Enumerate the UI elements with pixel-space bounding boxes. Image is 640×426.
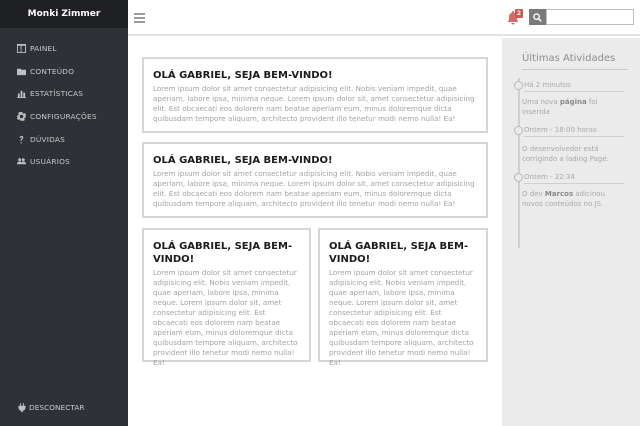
timeline-line: [518, 78, 520, 248]
activity-text: Uma nova página foi inserida: [522, 97, 622, 117]
card-title: OLÁ GABRIEL, SEJA BEM-VINDO!: [153, 70, 333, 81]
plug-icon: [18, 403, 26, 412]
activity-entry-divider: [524, 91, 624, 92]
search-icon: [533, 12, 542, 22]
activity-divider: [522, 69, 628, 70]
sidebar: Monki Zimmer PAINEL CONTEÚDO ESTATÍSTICA…: [0, 0, 128, 426]
question-icon: [16, 134, 26, 144]
activity-text: O dev Marcos adicinou novos conteúdos no…: [522, 189, 622, 209]
activity-highlight: Marcos: [544, 190, 574, 198]
sidebar-item-label: CONFIGURAÇÕES: [30, 111, 97, 121]
topbar: 2: [128, 0, 640, 36]
card-text: Lorem ipsum dolor sit amet consectetur a…: [153, 84, 475, 123]
welcome-card: OLÁ GABRIEL, SEJA BEM-VINDO! Lorem ipsum…: [142, 57, 488, 133]
card-text: Lorem ipsum dolor sit amet consectetur a…: [153, 169, 475, 208]
activity-title: Últimas Atividades: [522, 53, 616, 64]
sidebar-item-painel[interactable]: PAINEL: [0, 37, 128, 60]
sidebar-item-conteudo[interactable]: CONTEÚDO: [0, 60, 128, 83]
disconnect-label: DESCONECTAR: [29, 403, 85, 412]
sidebar-brand: Monki Zimmer: [0, 0, 128, 28]
activity-text-part: O dev: [522, 190, 545, 198]
sidebar-item-usuarios[interactable]: USUÁRIOS: [0, 150, 128, 173]
chart-icon: [16, 89, 26, 99]
welcome-card: OLÁ GABRIEL, SEJA BEM-VINDO! Lorem ipsum…: [142, 228, 311, 367]
sidebar-item-label: ESTATÍSTICAS: [30, 89, 84, 99]
timeline-dot: [514, 126, 523, 135]
sidebar-item-duvidas[interactable]: DÚVIDAS: [0, 128, 128, 151]
hamburger-menu-icon[interactable]: [134, 13, 145, 23]
card-title: OLÁ GABRIEL, SEJA BEM-VINDO!: [153, 155, 333, 166]
users-icon: [16, 157, 26, 167]
activity-time: Ontem - 22:34: [524, 173, 575, 181]
timeline-dot: [514, 81, 523, 90]
search-input[interactable]: [546, 9, 634, 25]
sidebar-item-label: DÚVIDAS: [30, 134, 66, 144]
folder-icon: [16, 66, 26, 76]
activity-entry-divider: [524, 136, 624, 137]
notifications-button[interactable]: 2: [505, 8, 523, 26]
sidebar-item-label: USUÁRIOS: [30, 157, 70, 167]
timeline-dot: [514, 173, 523, 182]
gear-icon: [16, 111, 26, 121]
card-text: Lorem ipsum dolor sit amet consectetur a…: [329, 268, 474, 367]
activity-time: Há 2 minutos: [524, 81, 571, 89]
sidebar-nav: PAINEL CONTEÚDO ESTATÍSTICAS CONFIGURAÇÕ…: [0, 28, 128, 173]
panel-icon: [16, 43, 26, 53]
sidebar-item-configuracoes[interactable]: CONFIGURAÇÕES: [0, 105, 128, 128]
card-title: OLÁ GABRIEL, SEJA BEM-VINDO!: [329, 241, 469, 265]
activity-time: Ontem - 18:00 horas: [524, 126, 597, 134]
search-button[interactable]: [529, 9, 546, 25]
activity-highlight: página: [559, 98, 587, 106]
sidebar-item-label: CONTEÚDO: [30, 66, 75, 76]
card-text: Lorem ipsum dolor sit amet consectetur a…: [153, 268, 298, 367]
notifications-badge: 2: [515, 9, 523, 18]
welcome-card: OLÁ GABRIEL, SEJA BEM-VINDO! Lorem ipsum…: [142, 142, 488, 218]
sidebar-item-label: PAINEL: [30, 43, 57, 53]
activity-panel: Últimas Atividades Há 2 minutos Uma nova…: [502, 38, 640, 426]
welcome-card: OLÁ GABRIEL, SEJA BEM-VINDO! Lorem ipsum…: [318, 228, 488, 367]
sidebar-item-estatisticas[interactable]: ESTATÍSTICAS: [0, 82, 128, 105]
activity-entry-divider: [524, 183, 624, 184]
disconnect-button[interactable]: DESCONECTAR: [18, 403, 85, 412]
card-title: OLÁ GABRIEL, SEJA BEM-VINDO!: [153, 241, 293, 265]
activity-text-part: Uma nova: [522, 98, 560, 106]
activity-text: O desenvolvedor está corrigindo a lading…: [522, 145, 609, 163]
main-content: OLÁ GABRIEL, SEJA BEM-VINDO! Lorem ipsum…: [128, 38, 502, 426]
